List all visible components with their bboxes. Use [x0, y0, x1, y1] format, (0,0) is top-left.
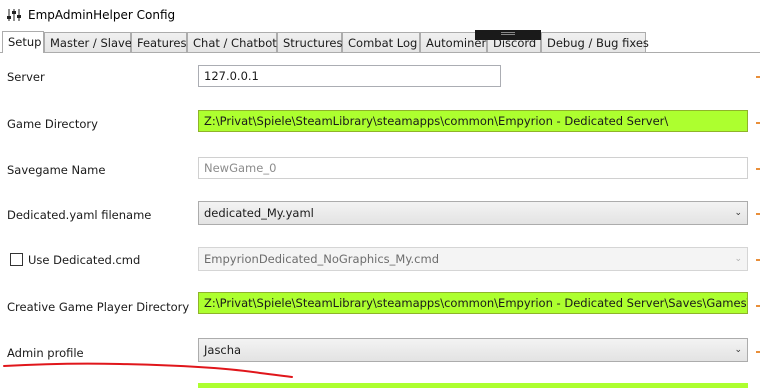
- use-dedicated-cmd-label: Use Dedicated.cmd: [28, 253, 141, 267]
- tab-master-slave[interactable]: Master / Slave: [44, 32, 132, 52]
- dedicated-yaml-combo[interactable]: dedicated_My.yaml ⌄: [198, 201, 748, 225]
- savegame-name-input: NewGame_0: [198, 157, 748, 179]
- tab-divider: [0, 52, 760, 53]
- server-input[interactable]: 127.0.0.1: [198, 65, 501, 87]
- chevron-down-icon: ⌄: [734, 208, 742, 218]
- side-marker: [756, 122, 760, 124]
- side-marker: [756, 259, 760, 261]
- title-bar: EmpAdminHelper Config: [0, 0, 760, 30]
- dedicated-yaml-value: dedicated_My.yaml: [204, 206, 314, 220]
- savegame-name-label: Savegame Name: [7, 163, 106, 177]
- side-marker: [756, 76, 760, 78]
- game-directory-input[interactable]: Z:\Privat\Spiele\SteamLibrary\steamapps\…: [198, 110, 748, 132]
- tab-strip: Setup Master / Slave Features Chat / Cha…: [0, 31, 760, 53]
- annotation-underline: [3, 362, 293, 378]
- use-dedicated-cmd-checkbox[interactable]: [10, 253, 23, 266]
- tab-structures[interactable]: Structures: [277, 32, 343, 52]
- dedicated-cmd-value: EmpyrionDedicated_NoGraphics_My.cmd: [204, 252, 439, 266]
- side-marker: [756, 168, 760, 170]
- side-marker: [756, 305, 760, 307]
- tab-setup[interactable]: Setup: [2, 31, 44, 53]
- tuning-sliders-icon: [7, 9, 21, 21]
- server-label: Server: [7, 70, 45, 84]
- creative-dir-input[interactable]: Z:\Privat\Spiele\SteamLibrary\steamapps\…: [198, 292, 748, 314]
- redaction-bar: [475, 30, 541, 40]
- creative-dir-label: Creative Game Player Directory: [7, 300, 190, 314]
- chevron-down-icon: ⌄: [734, 345, 742, 355]
- dedicated-cmd-combo: EmpyrionDedicated_NoGraphics_My.cmd ⌄: [198, 247, 748, 271]
- tab-combat-log[interactable]: Combat Log: [342, 32, 420, 52]
- side-marker: [756, 351, 760, 353]
- tab-debug-bug-fixes[interactable]: Debug / Bug fixes: [541, 32, 649, 52]
- chevron-down-icon: ⌄: [734, 254, 742, 264]
- window-title: EmpAdminHelper Config: [28, 8, 176, 22]
- side-marker: [756, 213, 760, 215]
- tab-chat-chatbot[interactable]: Chat / Chatbot: [187, 32, 277, 52]
- tab-features[interactable]: Features: [131, 32, 187, 52]
- dedicated-yaml-label: Dedicated.yaml filename: [7, 208, 152, 222]
- game-directory-label: Game Directory: [7, 117, 98, 131]
